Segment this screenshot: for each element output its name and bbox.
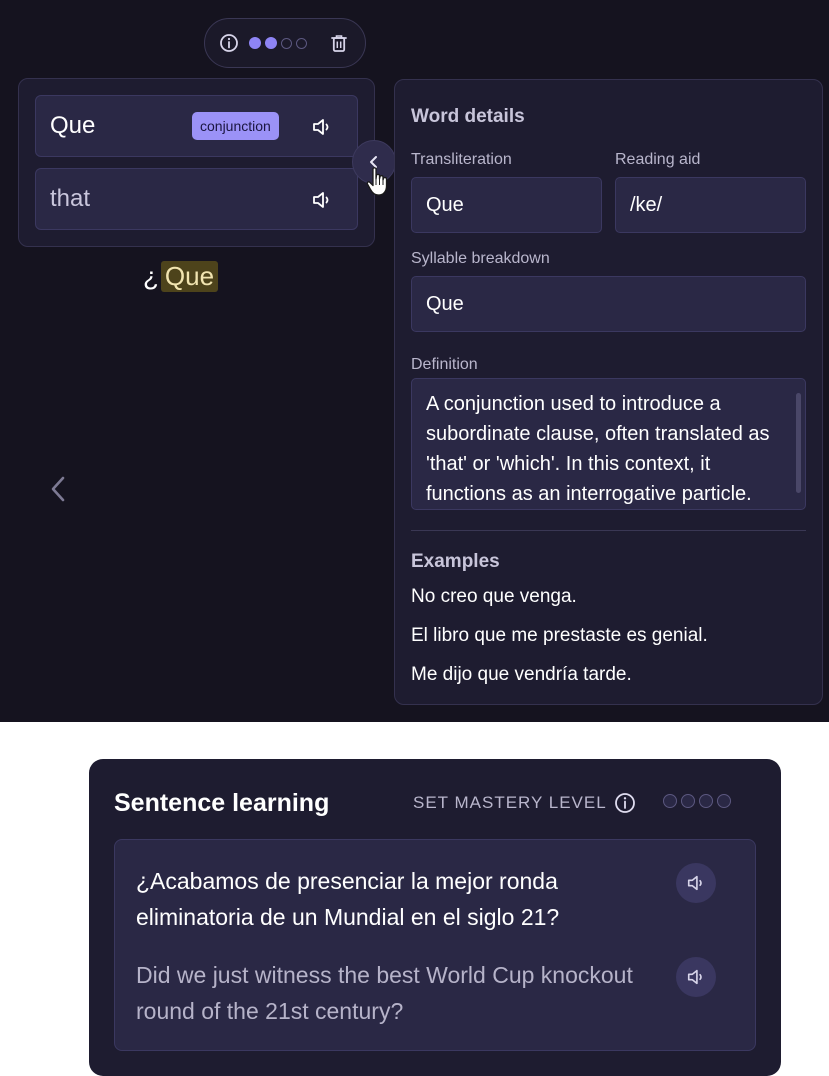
word-row: Que conjunction bbox=[35, 95, 358, 157]
mastery-dot-1[interactable] bbox=[249, 37, 261, 49]
definition-label: Definition bbox=[411, 356, 478, 373]
highlighted-word[interactable]: Que bbox=[160, 261, 219, 292]
play-translation-button[interactable] bbox=[676, 957, 716, 997]
hand-cursor-icon bbox=[366, 167, 388, 196]
speaker-icon bbox=[687, 875, 702, 891]
part-of-speech-badge: conjunction bbox=[192, 112, 279, 140]
definition-field[interactable]: A conjunction used to introduce a subord… bbox=[411, 378, 806, 510]
reading-aid-field[interactable]: /ke/ bbox=[615, 177, 806, 233]
sentence-preview: ¿ Que bbox=[143, 261, 219, 292]
mastery-dot-2[interactable] bbox=[681, 794, 695, 808]
previous-arrow-icon[interactable] bbox=[48, 474, 70, 504]
mastery-dot-4[interactable] bbox=[296, 37, 307, 49]
speaker-icon[interactable] bbox=[310, 188, 334, 212]
set-mastery-level-label: SET MASTERY LEVEL bbox=[413, 793, 607, 812]
sentence-learning-card: Sentence learning SET MASTERY LEVEL ¿Aca… bbox=[89, 759, 781, 1076]
mastery-dot-4[interactable] bbox=[717, 794, 731, 808]
word-details-panel: Word details Transliteration Que Reading… bbox=[394, 79, 823, 705]
transliteration-label: Transliteration bbox=[411, 151, 512, 168]
mastery-dot-1[interactable] bbox=[663, 794, 677, 808]
word-study-view: Que conjunction that ¿ Que Word details … bbox=[0, 0, 829, 722]
example-sentence: Me dijo que vendría tarde. bbox=[411, 664, 632, 685]
info-circle-icon[interactable] bbox=[613, 791, 637, 815]
transliteration-field[interactable]: Que bbox=[411, 177, 602, 233]
definition-scrollbar[interactable] bbox=[796, 393, 801, 493]
panel-title: Word details bbox=[411, 106, 525, 127]
section-divider bbox=[411, 530, 806, 531]
sentence-box: ¿Acabamos de presenciar la mejor ronda e… bbox=[114, 839, 756, 1051]
word-text: Que bbox=[50, 112, 96, 139]
example-sentence: No creo que venga. bbox=[411, 586, 577, 607]
sentence-mastery-dots bbox=[663, 794, 731, 808]
speaker-icon bbox=[687, 969, 702, 985]
mastery-dot-3[interactable] bbox=[281, 37, 292, 49]
word-card: Que conjunction that bbox=[18, 78, 375, 247]
sentence-text: ¿Acabamos de presenciar la mejor ronda e… bbox=[136, 868, 560, 930]
info-circle-icon[interactable] bbox=[219, 33, 239, 53]
meaning-row: that bbox=[35, 168, 358, 230]
mastery-level-dots bbox=[249, 37, 307, 49]
sentence-learning-title: Sentence learning bbox=[114, 789, 330, 817]
play-sentence-button[interactable] bbox=[676, 863, 716, 903]
mastery-dot-3[interactable] bbox=[699, 794, 713, 808]
examples-title: Examples bbox=[411, 551, 500, 572]
trash-icon[interactable] bbox=[329, 32, 349, 54]
mastery-dot-2[interactable] bbox=[265, 37, 277, 49]
syllable-breakdown-label: Syllable breakdown bbox=[411, 250, 550, 267]
reading-aid-label: Reading aid bbox=[615, 151, 701, 168]
sentence-leading-punctuation: ¿ bbox=[143, 261, 159, 291]
mastery-toolbar bbox=[204, 18, 366, 68]
meaning-text: that bbox=[50, 185, 91, 212]
speaker-icon[interactable] bbox=[310, 115, 334, 139]
example-sentence: El libro que me prestaste es genial. bbox=[411, 625, 708, 646]
syllable-breakdown-field[interactable]: Que bbox=[411, 276, 806, 332]
translation-text: Did we just witness the best World Cup k… bbox=[136, 962, 633, 1024]
